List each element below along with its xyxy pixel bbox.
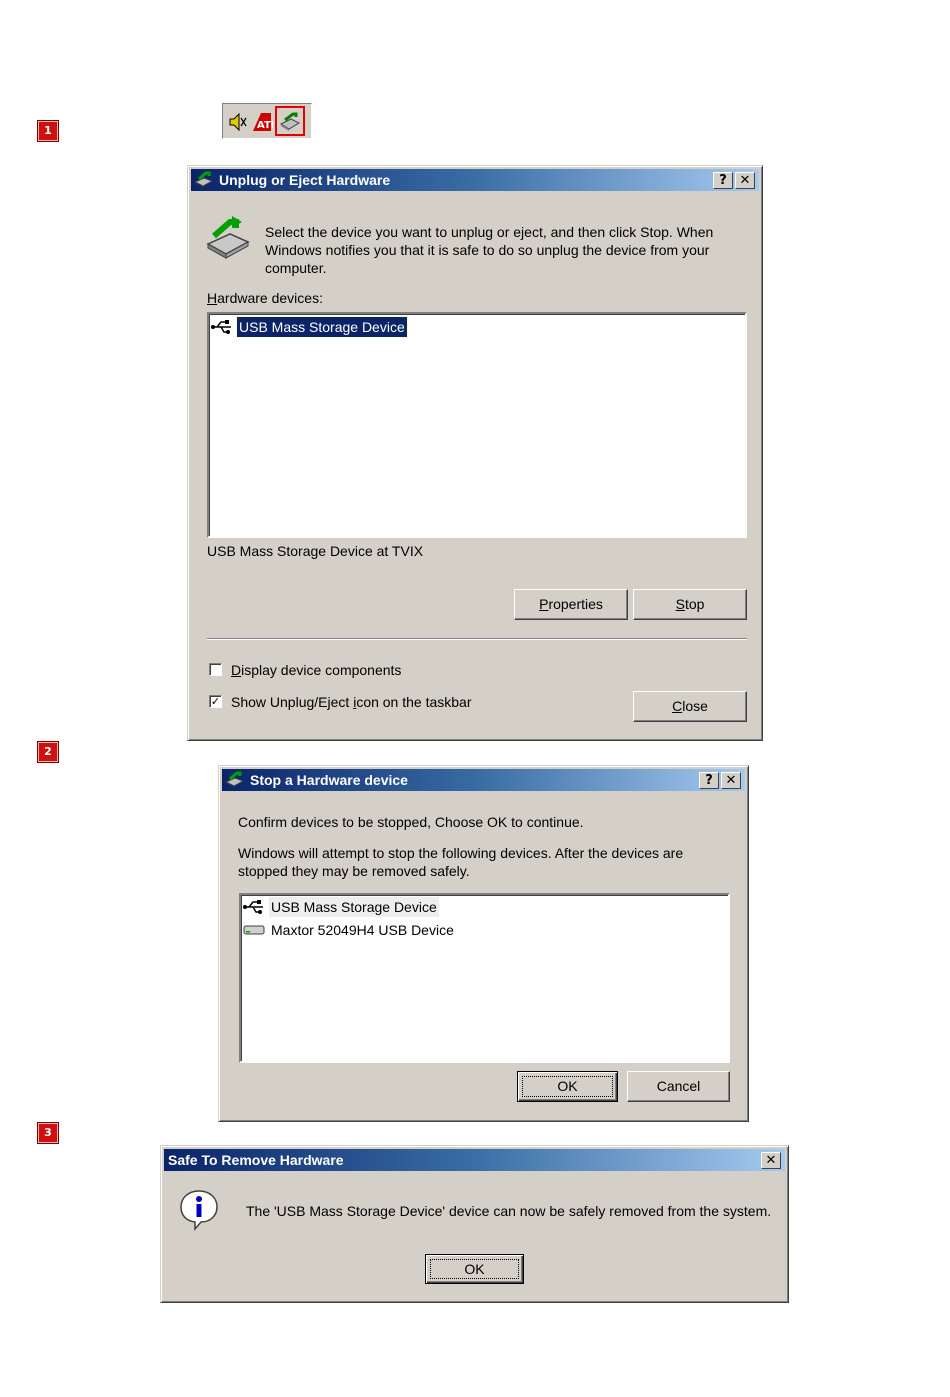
device-label: Maxtor 52049H4 USB Device [271, 922, 454, 938]
devices-to-stop-list[interactable]: USB Mass Storage Device Maxtor 52049H4 U… [239, 893, 730, 1063]
unplug-hardware-large-icon [206, 216, 250, 259]
info-icon [180, 1190, 218, 1232]
title-bar[interactable]: Stop a Hardware device ? ✕ [222, 769, 745, 791]
unplug-eject-icon [194, 171, 214, 187]
show-icon-label: Show Unplug/Eject icon on the taskbar [231, 694, 472, 710]
separator [207, 638, 747, 640]
ok-button[interactable]: OK [517, 1071, 618, 1102]
ok-button[interactable]: OK [425, 1254, 524, 1284]
display-components-checkbox[interactable] [209, 663, 222, 676]
system-tray: ATI [222, 103, 312, 139]
display-components-label: Display device components [231, 662, 402, 678]
usb-icon [211, 320, 231, 334]
stop-button[interactable]: Stop [633, 589, 747, 620]
unplug-eject-dialog: Unplug or Eject Hardware ? ✕ Select the … [187, 165, 763, 741]
safe-message: The 'USB Mass Storage Device' device can… [246, 1203, 772, 1219]
instruction-text: Select the device you want to unplug or … [265, 224, 714, 276]
focus-rect [430, 1259, 519, 1279]
close-icon[interactable]: ✕ [735, 172, 755, 189]
ati-icon[interactable]: ATI [251, 111, 273, 133]
dialog-title: Safe To Remove Hardware [168, 1152, 344, 1168]
properties-button[interactable]: Properties [514, 589, 628, 620]
svg-text:ATI: ATI [257, 120, 273, 131]
disk-drive-icon [243, 925, 265, 935]
step-3-badge: 3 [37, 1122, 59, 1144]
device-label: USB Mass Storage Device [269, 897, 439, 917]
stop-hardware-dialog: Stop a Hardware device ? ✕ Confirm devic… [218, 765, 749, 1122]
step-1-badge: 1 [37, 120, 59, 142]
confirm-text: Confirm devices to be stopped, Choose OK… [238, 814, 584, 830]
close-icon[interactable]: ✕ [761, 1152, 781, 1169]
info-text: Windows will attempt to stop the followi… [238, 845, 684, 879]
hardware-devices-list[interactable]: USB Mass Storage Device [207, 312, 747, 538]
title-bar[interactable]: Safe To Remove Hardware ✕ [164, 1149, 785, 1171]
device-label: USB Mass Storage Device [236, 316, 408, 338]
hardware-devices-label: Hardware devices: [207, 290, 323, 306]
help-button[interactable]: ? [699, 772, 719, 789]
cancel-button[interactable]: Cancel [627, 1071, 730, 1102]
usb-icon [243, 900, 263, 914]
dialog-title: Unplug or Eject Hardware [219, 172, 391, 188]
help-button[interactable]: ? [713, 172, 733, 189]
unplug-eject-icon[interactable] [279, 111, 301, 133]
unplug-eject-icon [225, 771, 245, 787]
title-bar[interactable]: Unplug or Eject Hardware ? ✕ [191, 169, 759, 191]
safe-to-remove-dialog: Safe To Remove Hardware ✕ The 'USB Mass … [160, 1145, 789, 1303]
dialog-title: Stop a Hardware device [250, 772, 408, 788]
close-icon[interactable]: ✕ [721, 772, 741, 789]
show-icon-checkbox[interactable]: ✓ [209, 695, 222, 708]
speaker-icon[interactable] [227, 111, 249, 133]
device-location-text: USB Mass Storage Device at TVIX [207, 543, 424, 559]
close-button[interactable]: Close [633, 691, 747, 722]
focus-rect [522, 1076, 613, 1097]
step-2-badge: 2 [37, 741, 59, 763]
